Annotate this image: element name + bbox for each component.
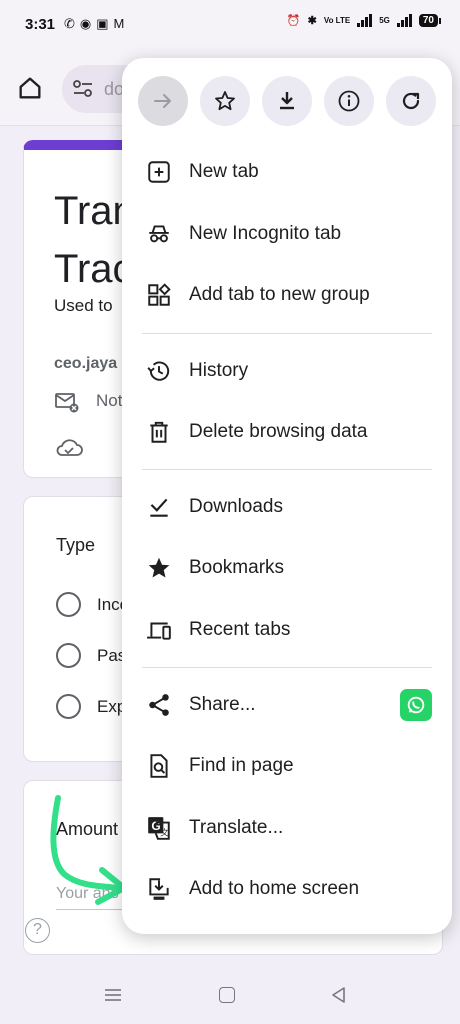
menu-item-recent-tabs[interactable]: Recent tabs [122, 600, 452, 660]
menu-divider [142, 469, 432, 470]
signal-2-icon [396, 14, 412, 27]
downloads-icon [150, 498, 168, 517]
type-question-label: Type [56, 535, 96, 555]
chat-notif-icon: ◉ [79, 16, 92, 31]
history-icon [147, 361, 170, 381]
menu-item-label: Delete browsing data [189, 421, 368, 442]
menu-item-label: Downloads [189, 496, 283, 517]
forward-icon [154, 94, 171, 108]
browser-menu: New tab New Incognito tab Add tab to new… [122, 58, 452, 934]
menu-item-history[interactable]: History [122, 341, 452, 401]
menu-item-label: Find in page [189, 755, 294, 776]
network-label: 5G [379, 15, 390, 25]
menu-item-label: History [189, 360, 249, 381]
menu-item-label: New tab [189, 161, 259, 182]
menu-item-add-tab-to-group[interactable]: Add tab to new group [122, 265, 452, 325]
alarm-icon: ⏰ [286, 15, 301, 27]
nav-home-icon[interactable] [219, 987, 235, 1003]
teams-notif-icon: ▣ [96, 16, 109, 31]
menu-item-delete-browsing-data[interactable]: Delete browsing data [122, 402, 452, 462]
not-shared-text: Not [96, 391, 123, 410]
home-icon[interactable] [16, 74, 44, 102]
radio-button[interactable] [56, 643, 81, 668]
share-icon [149, 694, 169, 716]
menu-item-label: Bookmarks [189, 557, 285, 578]
notification-icons: ✆ ◉ ▣ M [64, 16, 124, 32]
bookmark-button[interactable] [200, 76, 250, 126]
back-icon[interactable] [330, 986, 348, 1004]
svg-text:文: 文 [160, 827, 169, 838]
battery-icon: 70 [418, 14, 442, 27]
system-icons: ⏰ ✱ Vo LTE 5G 70 [286, 14, 442, 27]
signal-icon [357, 14, 373, 27]
status-bar: 3:31 ✆ ◉ ▣ M ⏰ ✱ Vo LTE 5G 70 [0, 0, 460, 52]
tab-group-icon [148, 283, 171, 306]
radio-option[interactable]: Pas [56, 643, 126, 668]
incognito-icon [149, 225, 169, 243]
menu-item-label: New Incognito tab [189, 223, 342, 244]
find-icon [150, 754, 168, 778]
mail-off-icon [55, 393, 79, 413]
form-description: Used to [54, 296, 113, 315]
menu-item-bookmarks[interactable]: Bookmarks [122, 538, 452, 598]
refresh-button[interactable] [386, 76, 436, 126]
radio-option[interactable]: Exp [56, 694, 126, 719]
new-tab-icon [148, 161, 170, 183]
devices-icon [147, 622, 171, 640]
gmail-notif-icon: M [113, 16, 125, 31]
cloud-icon [56, 439, 83, 456]
menu-item-translate[interactable]: G文 Translate... [122, 798, 452, 858]
bluetooth-icon: ✱ [307, 15, 317, 27]
menu-item-label: Add to home screen [189, 878, 360, 899]
site-settings-icon[interactable] [72, 79, 94, 99]
menu-item-label: Translate... [189, 817, 284, 838]
translate-icon: G文 [148, 817, 170, 840]
menu-item-find-in-page[interactable]: Find in page [122, 736, 452, 796]
radio-button[interactable] [56, 592, 81, 617]
whatsapp-share-icon[interactable] [400, 689, 432, 721]
refresh-icon [402, 92, 420, 110]
info-icon [338, 90, 360, 112]
help-icon[interactable]: ? [25, 918, 50, 943]
system-nav-bar [0, 966, 460, 1024]
add-to-home-icon [149, 878, 169, 900]
bookmark-star-icon [215, 91, 235, 111]
menu-item-label: Recent tabs [189, 619, 291, 640]
radio-button[interactable] [56, 694, 81, 719]
download-button[interactable] [262, 76, 312, 126]
menu-item-label: Add tab to new group [189, 284, 370, 305]
whatsapp-notif-icon: ✆ [64, 16, 75, 31]
menu-action-row [138, 76, 436, 126]
recents-icon[interactable] [104, 988, 122, 1002]
menu-item-new-tab[interactable]: New tab [122, 142, 452, 202]
radio-option[interactable]: Inco [56, 592, 129, 617]
menu-item-downloads[interactable]: Downloads [122, 477, 452, 537]
menu-item-share[interactable]: Share... [122, 675, 452, 735]
forward-button[interactable] [138, 76, 188, 126]
account-email: ceo.jaya [54, 355, 118, 372]
trash-icon [150, 421, 168, 443]
star-icon [148, 557, 170, 578]
page-info-button[interactable] [324, 76, 374, 126]
volte-label: Vo LTE [323, 15, 351, 25]
menu-divider [142, 667, 432, 668]
menu-item-add-to-home-screen[interactable]: Add to home screen [122, 859, 452, 919]
status-time: 3:31 [25, 16, 56, 33]
menu-divider [142, 333, 432, 334]
menu-item-label: Share... [189, 694, 256, 715]
menu-item-new-incognito-tab[interactable]: New Incognito tab [122, 204, 452, 264]
download-icon [280, 92, 294, 110]
